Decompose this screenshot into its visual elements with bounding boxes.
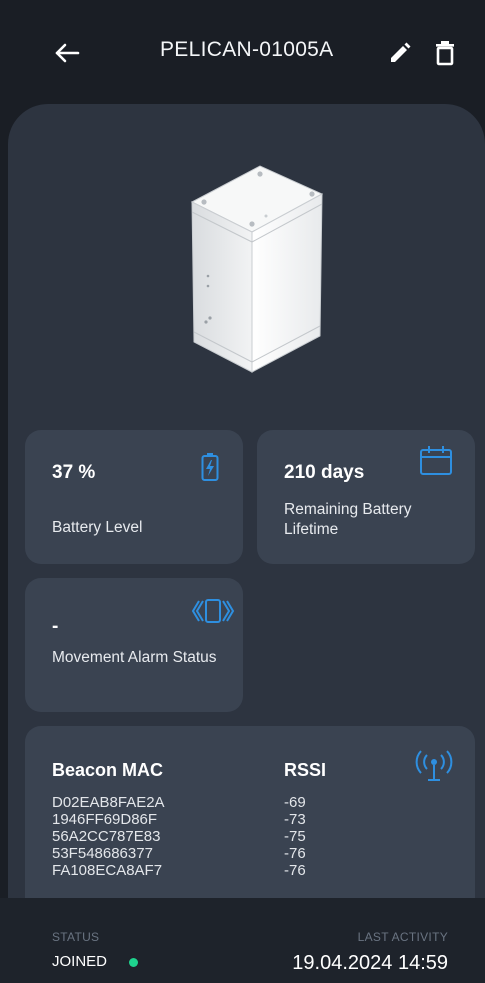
calendar-icon: [420, 446, 452, 475]
beacon-mac: FA108ECA8AF7: [52, 862, 163, 879]
battery-lifetime-value: 210 days: [284, 462, 365, 483]
beacon-mac: 1946FF69D86F: [52, 811, 158, 828]
edit-button[interactable]: [388, 40, 412, 66]
vibration-icon: [191, 599, 235, 623]
beacon-rssi: -76: [284, 862, 306, 879]
antenna-signal-icon: [415, 750, 453, 781]
header: PELICAN-01005A: [0, 0, 485, 104]
delete-button[interactable]: [435, 40, 455, 66]
trash-icon: [436, 41, 454, 66]
beacon-list: D02EAB8FAE2A -69 1946FF69D86F -73 56A2CC…: [52, 794, 452, 879]
beacon-rssi: -75: [284, 828, 306, 845]
movement-alarm-value: -: [52, 616, 59, 637]
movement-alarm-label: Movement Alarm Status: [52, 649, 217, 666]
table-row: 56A2CC787E83 -75: [52, 828, 452, 845]
page-title: PELICAN-01005A: [160, 38, 334, 61]
beacon-rssi: -76: [284, 845, 306, 862]
battery-lifetime-card: 210 days Remaining Battery Lifetime: [257, 430, 475, 564]
beacon-mac-header: Beacon MAC: [52, 760, 164, 780]
back-button[interactable]: [52, 38, 82, 68]
main-panel: 37 % Battery Level 210 days Remaining Ba…: [8, 104, 485, 936]
movement-alarm-card: - Movement Alarm Status: [25, 578, 243, 712]
table-row: 1946FF69D86F -73: [52, 811, 452, 828]
status-indicator-dot: [129, 958, 138, 967]
rssi-header: RSSI: [284, 760, 327, 780]
last-activity-value: 19.04.2024 14:59: [292, 952, 448, 974]
device-sensor-image: [190, 165, 324, 373]
battery-level-card: 37 % Battery Level: [25, 430, 243, 564]
beacon-mac: 56A2CC787E83: [52, 828, 161, 845]
device-image: [186, 164, 326, 379]
table-row: D02EAB8FAE2A -69: [52, 794, 452, 811]
beacon-rssi: -73: [284, 811, 306, 828]
beacon-mac: D02EAB8FAE2A: [52, 794, 165, 811]
last-activity-label: LAST ACTIVITY: [357, 930, 448, 944]
battery-level-value: 37 %: [52, 462, 96, 483]
status-footer: STATUS JOINED LAST ACTIVITY 19.04.2024 1…: [0, 898, 485, 983]
battery-lifetime-label: Remaining Battery Lifetime: [284, 501, 412, 538]
battery-level-label: Battery Level: [52, 519, 143, 536]
battery-charging-icon: [201, 453, 219, 481]
device-detail-screen: PELICAN-01005A 37 % Battery Level 210 da…: [0, 0, 485, 983]
table-row: 53F548686377 -76: [52, 845, 452, 862]
status-label: STATUS: [52, 930, 100, 944]
status-value: JOINED: [52, 953, 108, 970]
pencil-icon: [391, 42, 411, 62]
table-row: FA108ECA8AF7 -76: [52, 862, 452, 879]
beacon-mac: 53F548686377: [52, 845, 153, 862]
arrow-left-icon: [55, 43, 80, 63]
beacon-rssi: -69: [284, 794, 306, 811]
